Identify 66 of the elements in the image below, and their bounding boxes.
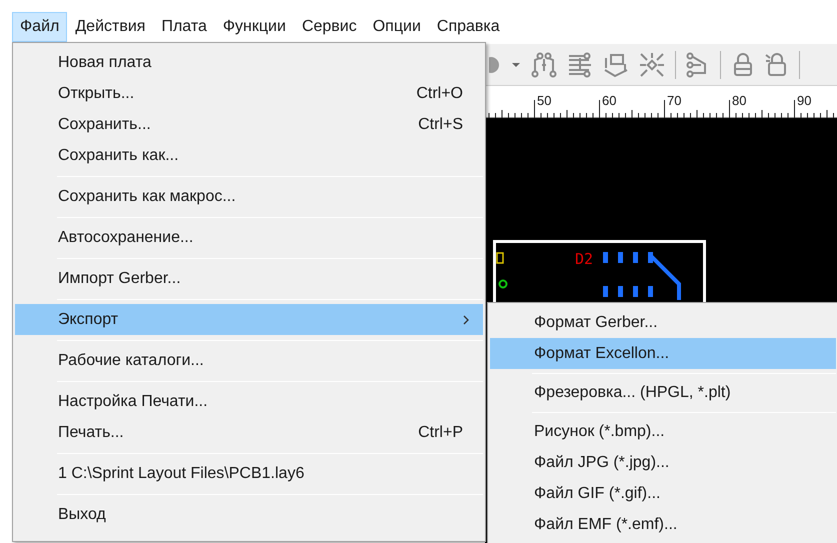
menu-item[interactable]: Сохранить как...	[15, 140, 483, 171]
menu-item[interactable]: Сохранить как макрос...	[15, 181, 483, 212]
menu-item-label: Формат Gerber...	[534, 312, 659, 332]
menu-item-label: Импорт Gerber...	[58, 268, 182, 288]
menu-bar-item[interactable]: Функции	[214, 12, 294, 42]
menu-item-label: Файл GIF (*.gif)...	[534, 484, 662, 504]
menu-bar-item[interactable]: Сервис	[294, 12, 365, 42]
menu-item-label: Файл JPG (*.jpg)...	[534, 452, 670, 472]
lock-icon[interactable]	[765, 52, 789, 78]
menu-item-label: Сохранить как...	[58, 146, 180, 166]
menu-item-label: Экспорт	[58, 310, 120, 330]
menu-bar-item[interactable]: Справка	[428, 12, 508, 42]
menu-item[interactable]: Открыть... Ctrl+O	[15, 78, 483, 109]
shortcut-label: Ctrl+O	[416, 84, 463, 104]
submenu-item[interactable]: Экспорт	[15, 304, 483, 335]
menu-item[interactable]: Фрезеровка... (HPGL, *.plt)	[490, 377, 836, 408]
menu-item-label: Рабочие каталоги...	[58, 350, 205, 370]
menu-item[interactable]: 1 C:\Sprint Layout Files\PCB1.lay6	[15, 458, 483, 489]
menu-bar-item[interactable]: Опции	[364, 12, 429, 42]
menu-bar-item[interactable]: Файл	[12, 12, 68, 42]
menu-item[interactable]: Выход	[15, 499, 483, 530]
traces-icon[interactable]	[567, 52, 593, 78]
menu-item-label: Сохранить...	[58, 114, 152, 134]
menu-item[interactable]: Рабочие каталоги...	[15, 345, 483, 376]
menu-item[interactable]: Сохранить... Ctrl+S	[15, 109, 483, 140]
menu-item[interactable]: Настройка Печати...	[15, 386, 483, 417]
menu-item-label: Фрезеровка... (HPGL, *.plt)	[534, 382, 732, 402]
ruler-label: 80	[732, 94, 746, 108]
via-icon	[498, 279, 508, 289]
part-label: D2	[575, 251, 594, 267]
ruler-label: 50	[537, 94, 552, 108]
menu-item[interactable]: Импорт Gerber...	[15, 263, 483, 294]
shortcut-label: Ctrl+S	[418, 114, 463, 134]
compress-icon[interactable]	[639, 52, 665, 78]
layers-icon[interactable]	[603, 52, 629, 78]
menu-item-label: Выход	[58, 504, 107, 524]
menu-item-label: Печать...	[58, 422, 125, 442]
menu-bar-item[interactable]: Плата	[153, 12, 215, 42]
menu-item[interactable]: Автосохранение...	[15, 222, 483, 253]
menu-item[interactable]: Печать... Ctrl+P	[15, 417, 483, 448]
menu-item-label: Рисунок (*.bmp)...	[534, 422, 666, 442]
menu-item[interactable]: Файл EMF (*.emf)...	[490, 509, 836, 540]
menu-item[interactable]: Новая плата	[15, 47, 483, 78]
menu-item-label: Открыть...	[58, 84, 136, 104]
menu-item-label: Формат Excellon...	[534, 344, 670, 364]
menu-item[interactable]: Рисунок (*.bmp)...	[490, 416, 836, 447]
menu-item[interactable]: Формат Gerber...	[490, 307, 836, 338]
caret-icon[interactable]	[511, 62, 521, 68]
ruler-label: 60	[602, 94, 616, 108]
menu-item-label: Автосохранение...	[58, 228, 194, 248]
menu-item-label: Настройка Печати...	[58, 392, 209, 412]
menu-item[interactable]: Файл GIF (*.gif)...	[490, 478, 836, 509]
menu-bar-item[interactable]: Действия	[67, 12, 154, 42]
menu-item[interactable]: Файл JPG (*.jpg)...	[490, 447, 836, 478]
menu-item-label: Сохранить как макрос...	[58, 186, 237, 206]
ruler-label: 70	[667, 94, 682, 108]
chevron-right-icon	[463, 314, 469, 324]
traces-icon[interactable]	[531, 52, 557, 78]
pad-outline-icon	[496, 252, 504, 264]
menu-item-label: 1 C:\Sprint Layout Files\PCB1.lay6	[58, 464, 306, 484]
lock-icon[interactable]	[731, 52, 755, 78]
ruler-label: 90	[797, 94, 812, 108]
menu-item-label: Новая плата	[58, 52, 152, 72]
menu-item[interactable]: Формат Excellon...	[490, 338, 836, 369]
menu-item-label: Файл EMF (*.emf)...	[534, 514, 678, 534]
shortcut-label: Ctrl+P	[418, 422, 463, 442]
